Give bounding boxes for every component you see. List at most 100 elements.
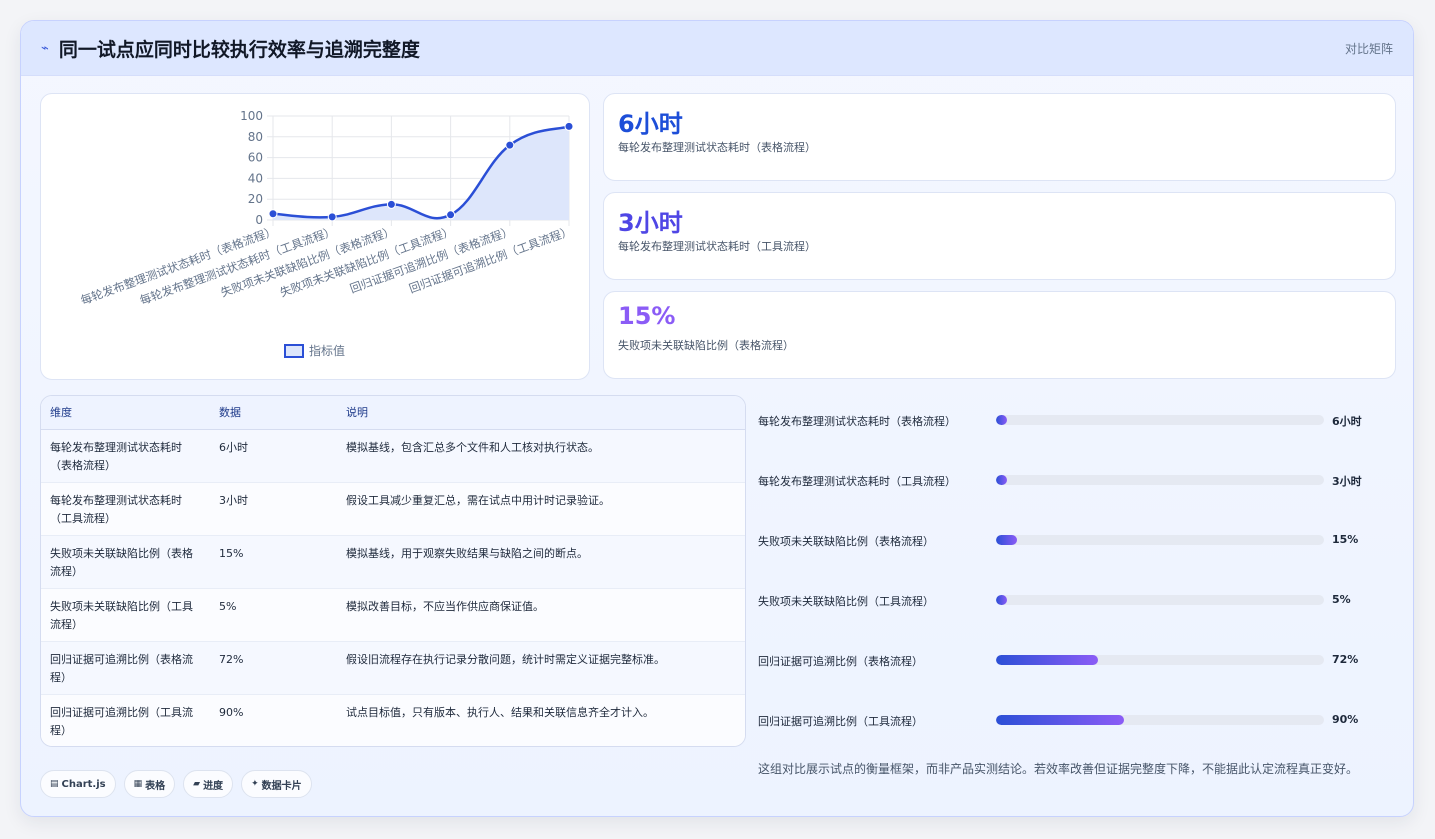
y-tick-label: 40 bbox=[248, 171, 263, 185]
description-cell: 模拟改善目标，不应当作供应商保证值。 bbox=[337, 588, 745, 642]
progress-track bbox=[996, 475, 1324, 485]
progress-value: 90% bbox=[1332, 713, 1359, 726]
y-tick-label: 60 bbox=[248, 151, 263, 165]
y-tick-label: 100 bbox=[240, 109, 263, 123]
y-tick-label: 80 bbox=[248, 130, 263, 144]
progress-row: 回归证据可追溯比例（表格流程） 72% bbox=[758, 651, 1398, 671]
comparison-panel: ⌁ 同一试点应同时比较执行效率与追溯完整度 对比矩阵 0 20 40 60 80 100 每… bbox=[20, 20, 1414, 817]
progress-fill bbox=[996, 595, 1008, 605]
progress-row: 每轮发布整理测试状态耗时（工具流程） 3小时 bbox=[758, 471, 1398, 491]
comparison-table: 维度 数据 说明 每轮发布整理测试状态耗时（表格流程） 6小时 模拟基线，包含汇… bbox=[40, 395, 746, 747]
pill-progress[interactable]: ▰ 进度 bbox=[183, 770, 234, 798]
progress-label: 回归证据可追溯比例（工具流程） bbox=[758, 715, 923, 728]
progress-track bbox=[996, 595, 1324, 605]
progress-track bbox=[996, 535, 1324, 545]
description-cell: 假设工具减少重复汇总，需在试点中用计时记录验证。 bbox=[337, 482, 745, 536]
data-point bbox=[446, 210, 456, 220]
panel-tag: 对比矩阵 bbox=[1344, 41, 1393, 56]
kpi-card: 6小时 每轮发布整理测试状态耗时（表格流程） bbox=[603, 93, 1396, 181]
data-cell: 90% bbox=[219, 705, 244, 719]
data-cell: 15% bbox=[210, 535, 337, 589]
dimension-cell: 失败项未关联缺陷比例（工具流程） bbox=[41, 588, 210, 642]
progress-fill bbox=[996, 715, 1124, 725]
progress-track bbox=[996, 715, 1324, 725]
kpi-value: 6小时 bbox=[618, 110, 683, 138]
line-chart-card: 0 20 40 60 80 100 每轮发布整理测试状态耗时（表格流程） 每轮发布整理测试状态… bbox=[40, 93, 590, 380]
progress-icon: ▰ bbox=[193, 779, 201, 789]
kpi-card: 15% 失败项未关联缺陷比例（表格流程） bbox=[603, 291, 1396, 379]
line-chart: 020406080100每轮发布整理测试状态耗时（表格流程）每轮发布整理测试状态… bbox=[79, 109, 574, 358]
data-cell: 5% bbox=[210, 588, 337, 642]
progress-row: 失败项未关联缺陷比例（工具流程） 5% bbox=[758, 591, 1398, 611]
progress-value: 6小时 bbox=[1332, 415, 1362, 428]
table-icon: ▦ bbox=[133, 779, 143, 789]
progress-fill bbox=[996, 475, 1008, 485]
data-point bbox=[505, 140, 515, 150]
panel-title: 同一试点应同时比较执行效率与追溯完整度 bbox=[58, 38, 420, 61]
description-cell: 假设旧流程存在执行记录分散问题，统计时需定义证据完整标准。 bbox=[337, 641, 745, 695]
table-row: 每轮发布整理测试状态耗时（工具流程） 3小时 假设工具减少重复汇总，需在试点中用… bbox=[41, 482, 745, 536]
kpi-label: 每轮发布整理测试状态耗时（表格流程） bbox=[618, 141, 816, 154]
data-point bbox=[564, 121, 574, 131]
legend-swatch bbox=[284, 344, 304, 358]
table-header-row: 维度 数据 说明 bbox=[41, 396, 745, 430]
progress-track bbox=[996, 415, 1324, 425]
dimension-cell: 回归证据可追溯比例（表格流程） bbox=[41, 641, 210, 695]
progress-row: 每轮发布整理测试状态耗时（表格流程） 6小时 bbox=[758, 411, 1398, 431]
kpi-label: 失败项未关联缺陷比例（表格流程） bbox=[618, 339, 794, 352]
sparkle-icon: ✦ bbox=[251, 779, 259, 789]
table-row: 失败项未关联缺陷比例（工具流程） 5% 模拟改善目标，不应当作供应商保证值。 bbox=[41, 588, 745, 642]
description-cell: 模拟基线，用于观察失败结果与缺陷之间的断点。 bbox=[337, 535, 745, 589]
table-row: 失败项未关联缺陷比例（表格流程） 15% 模拟基线，用于观察失败结果与缺陷之间的… bbox=[41, 535, 745, 589]
table-row: 回归证据可追溯比例（表格流程） 72% 假设旧流程存在执行记录分散问题，统计时需… bbox=[41, 641, 745, 695]
legend-label: 指标值 bbox=[309, 343, 345, 358]
y-tick-label: 20 bbox=[248, 192, 263, 206]
pill-label: 表格 bbox=[145, 780, 166, 792]
description-cell: 试点目标值，只有版本、执行人、结果和关联信息齐全才计入。 bbox=[346, 705, 654, 719]
progress-label: 回归证据可追溯比例（表格流程） bbox=[758, 655, 923, 668]
trend-icon: ⌁ bbox=[41, 40, 49, 56]
y-tick-label: 0 bbox=[255, 213, 263, 227]
data-cell: 6小时 bbox=[210, 429, 337, 483]
progress-label: 每轮发布整理测试状态耗时（表格流程） bbox=[758, 415, 956, 428]
data-cell: 3小时 bbox=[210, 482, 337, 536]
column-header: 维度 bbox=[41, 396, 210, 430]
dimension-cell: 回归证据可追溯比例（工具流程） bbox=[50, 705, 193, 737]
progress-value: 5% bbox=[1332, 593, 1351, 606]
tech-pills: ▤ Chart.js ▦ 表格 ▰ 进度 ✦ 数据卡片 bbox=[40, 770, 312, 798]
data-point bbox=[386, 199, 396, 209]
column-header: 说明 bbox=[337, 396, 745, 430]
progress-row: 失败项未关联缺陷比例（表格流程） 15% bbox=[758, 531, 1398, 551]
progress-label: 每轮发布整理测试状态耗时（工具流程） bbox=[758, 475, 956, 488]
pill-label: Chart.js bbox=[61, 778, 106, 790]
kpi-label: 每轮发布整理测试状态耗时（工具流程） bbox=[618, 240, 816, 253]
progress-value: 15% bbox=[1332, 533, 1359, 546]
pill-table[interactable]: ▦ 表格 bbox=[123, 770, 176, 798]
kpi-card: 3小时 每轮发布整理测试状态耗时（工具流程） bbox=[603, 192, 1396, 280]
pill-label: 进度 bbox=[203, 780, 224, 792]
progress-label: 失败项未关联缺陷比例（工具流程） bbox=[758, 595, 934, 608]
chart-icon: ▤ bbox=[50, 779, 59, 789]
data-point bbox=[268, 209, 278, 219]
kpi-value: 15% bbox=[618, 302, 676, 330]
progress-value: 3小时 bbox=[1332, 475, 1362, 488]
kpi-value: 3小时 bbox=[618, 209, 683, 237]
pill-data-cards[interactable]: ✦ 数据卡片 bbox=[241, 770, 312, 798]
progress-label: 失败项未关联缺陷比例（表格流程） bbox=[758, 535, 934, 548]
progress-value: 72% bbox=[1332, 653, 1359, 666]
footnote: 这组对比展示试点的衡量框架，而非产品实测结论。若效率改善但证据完整度下降，不能据… bbox=[758, 762, 1359, 776]
dimension-cell: 每轮发布整理测试状态耗时（表格流程） bbox=[41, 429, 210, 483]
table-row: 回归证据可追溯比例（工具流程） 90% 试点目标值，只有版本、执行人、结果和关联… bbox=[41, 694, 745, 746]
table-row: 每轮发布整理测试状态耗时（表格流程） 6小时 模拟基线，包含汇总多个文件和人工核… bbox=[41, 429, 745, 483]
column-header: 数据 bbox=[210, 396, 337, 430]
data-point bbox=[327, 212, 337, 222]
area-fill bbox=[273, 126, 569, 220]
dimension-cell: 失败项未关联缺陷比例（表格流程） bbox=[41, 535, 210, 589]
pill-chartjs[interactable]: ▤ Chart.js bbox=[40, 770, 116, 798]
panel-header: ⌁ 同一试点应同时比较执行效率与追溯完整度 对比矩阵 bbox=[21, 21, 1413, 76]
description-cell: 模拟基线，包含汇总多个文件和人工核对执行状态。 bbox=[337, 429, 745, 483]
data-cell: 72% bbox=[210, 641, 337, 695]
progress-row: 回归证据可追溯比例（工具流程） 90% bbox=[758, 711, 1398, 731]
dimension-cell: 每轮发布整理测试状态耗时（工具流程） bbox=[41, 482, 210, 536]
pill-label: 数据卡片 bbox=[261, 780, 302, 792]
